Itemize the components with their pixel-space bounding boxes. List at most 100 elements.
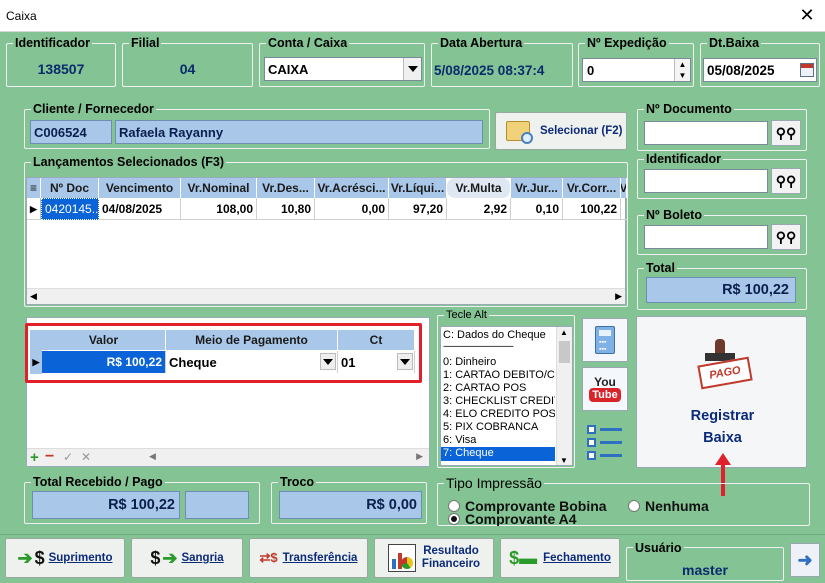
arrow-right-icon: ➔ (17, 547, 33, 568)
arrow-right-icon: ➜ (797, 549, 813, 570)
dollar-icon: $ (150, 547, 161, 568)
list-item[interactable]: 2: CARTAO POS (443, 382, 526, 394)
sangria-label: Sangria (181, 552, 224, 564)
usuario-group: Usuário master (626, 541, 784, 581)
list-item[interactable]: 4: ELO CREDITO POS (443, 408, 555, 420)
table-row[interactable]: ▶ 0420145... 04/08/2025 108,00 10,80 0,0… (27, 198, 627, 220)
calendar-icon[interactable] (800, 63, 814, 77)
col-header[interactable]: Vr.Corr... (563, 178, 621, 198)
cash-register-icon: $▬ (509, 547, 538, 568)
binoculars-icon[interactable]: ⚲⚲ (771, 168, 801, 194)
horizontal-scrollbar[interactable]: ◀ ▶ (27, 288, 625, 304)
cliente-code-field[interactable]: C006524 (30, 120, 112, 144)
col-header[interactable]: Vr.Multa (447, 178, 511, 198)
next-arrow-button[interactable]: ➜ (790, 543, 820, 577)
list-item[interactable]: 0: Dinheiro (443, 356, 496, 368)
documento-input[interactable] (644, 121, 768, 145)
scroll-left-icon[interactable]: ◀ (30, 291, 37, 302)
fechamento-button[interactable]: $▬ Fechamento (500, 538, 620, 578)
grid-cell[interactable]: 10,80 (257, 198, 315, 220)
pagamento-panel: Valor Meio de Pagamento Ct ▶ R$ 100,22 C… (25, 317, 430, 467)
list-item[interactable]: 6: Visa (443, 434, 476, 446)
identificador2-label: Identificador (644, 152, 724, 166)
list-item-selected[interactable]: 7: Cheque (441, 447, 555, 461)
boleto-input[interactable] (644, 225, 768, 249)
binoculars-icon[interactable]: ⚲⚲ (771, 120, 801, 146)
grid-cell[interactable]: 2,92 (447, 198, 511, 220)
col-header[interactable]: Nº Doc (41, 178, 99, 198)
add-icon[interactable]: + (30, 449, 39, 466)
list-item[interactable]: C: Dados do Cheque (443, 329, 546, 341)
lancamentos-label: Lançamentos Selecionados (F3) (31, 155, 227, 169)
boleto-group: Nº Boleto ⚲⚲ (637, 208, 807, 255)
col-header[interactable]: Vr.Líqui... (389, 178, 447, 198)
cancel-icon[interactable]: ✕ (81, 450, 91, 464)
spinner-arrows-icon[interactable]: ▲ ▼ (674, 59, 690, 81)
scroll-right-icon[interactable]: ▶ (615, 291, 622, 302)
list-separator: ----------------------------------- (443, 341, 514, 351)
grid-cell[interactable]: 0420145... (41, 198, 99, 220)
radio-checked-icon[interactable] (448, 513, 460, 525)
scrollbar-thumb[interactable] (559, 341, 570, 363)
col-header[interactable]: Vencimento (99, 178, 181, 198)
transferencia-button[interactable]: ⇄$ Transferência (249, 538, 368, 578)
col-header[interactable]: Vr.Des... (257, 178, 315, 198)
list-item[interactable]: 5: PIX COBRANCA (443, 421, 538, 433)
vertical-scrollbar[interactable]: ▲ ▼ (556, 327, 572, 465)
grid-cell[interactable]: 0,00 (315, 198, 389, 220)
list-item[interactable]: 3: CHECKLIST CREDIT (443, 395, 555, 407)
grid-cell[interactable]: 04/08/2025 (99, 198, 181, 220)
radio-nenhuma[interactable]: Nenhuma (628, 498, 709, 514)
lancamentos-grid: ≡ Nº Doc Vencimento Vr.Nominal Vr.Des...… (26, 177, 627, 305)
col-header[interactable]: Vr.Nominal (181, 178, 257, 198)
conta-select[interactable]: CAIXA (264, 57, 422, 81)
recebido-group: Total Recebido / Pago R$ 100,22 (24, 475, 260, 524)
suprimento-button[interactable]: ➔ $ Suprimento (5, 538, 125, 578)
radio-icon[interactable] (628, 500, 640, 512)
binoculars-icon[interactable]: ⚲⚲ (771, 224, 801, 250)
dt-baixa-label: Dt.Baixa (707, 36, 762, 50)
remove-icon[interactable]: − (45, 448, 54, 466)
expedicao-label: Nº Expedição (585, 36, 669, 50)
radio-a4-label: Comprovante A4 (465, 512, 577, 526)
transferencia-label: Transferência (282, 552, 358, 564)
row-pointer-icon: ▶ (27, 198, 41, 220)
financeiro-label: Financeiro (421, 558, 481, 570)
expedicao-spinner[interactable]: 0 ▲ ▼ (582, 58, 691, 82)
grid-cell[interactable]: 108,00 (181, 198, 257, 220)
confirm-icon[interactable]: ✓ (63, 450, 73, 464)
grid-cell[interactable]: 97,20 (389, 198, 447, 220)
documento-group: Nº Documento ⚲⚲ (637, 102, 807, 151)
chevron-down-icon[interactable] (403, 58, 421, 80)
grid-cell[interactable]: 0,10 (511, 198, 563, 220)
stamp-text: PAGO (697, 356, 753, 390)
col-header[interactable]: Vr.Jur... (511, 178, 563, 198)
col-header[interactable]: Vr.Acrésci... (315, 178, 389, 198)
dt-baixa-input[interactable]: 05/08/2025 (703, 58, 817, 82)
calculator-icon[interactable]: ▪▪▪ ▪▪▪ (582, 318, 628, 362)
tecle-alt-list[interactable]: C: Dados do Cheque ---------------------… (440, 326, 573, 466)
total-value: R$ 100,22 (646, 277, 796, 303)
scroll-down-icon[interactable]: ▼ (560, 456, 568, 465)
identificador2-input[interactable] (644, 169, 768, 193)
data-abertura-label: Data Abertura (438, 36, 525, 50)
window-titlebar: Caixa ✕ (0, 0, 825, 32)
sangria-button[interactable]: $ ➔ Sangria (131, 538, 243, 578)
grid-cell[interactable]: 100,22 (563, 198, 621, 220)
list-view-icon[interactable] (582, 418, 628, 466)
resultado-financeiro-button[interactable]: Resultado Financeiro (374, 538, 494, 578)
cliente-name-field[interactable]: Rafaela Rayanny (115, 120, 483, 144)
youtube-icon[interactable]: You Tube (582, 367, 628, 411)
close-icon[interactable]: ✕ (797, 5, 817, 26)
selecionar-button[interactable]: Selecionar (F2) (495, 112, 627, 150)
grid-menu-icon[interactable]: ≡ (27, 178, 41, 198)
chart-icon (387, 544, 416, 572)
scroll-right-icon[interactable]: ▶ (416, 451, 423, 462)
radio-a4[interactable]: Comprovante A4 (448, 512, 577, 526)
registrar-baixa-button[interactable]: PAGO Registrar Baixa (636, 316, 807, 468)
scroll-up-icon[interactable]: ▲ (560, 328, 568, 337)
scroll-left-icon[interactable]: ◀ (149, 451, 156, 462)
list-item[interactable]: 1: CARTAO DEBITO/C (443, 369, 555, 381)
col-header[interactable]: V (621, 178, 627, 198)
radio-icon[interactable] (448, 500, 460, 512)
